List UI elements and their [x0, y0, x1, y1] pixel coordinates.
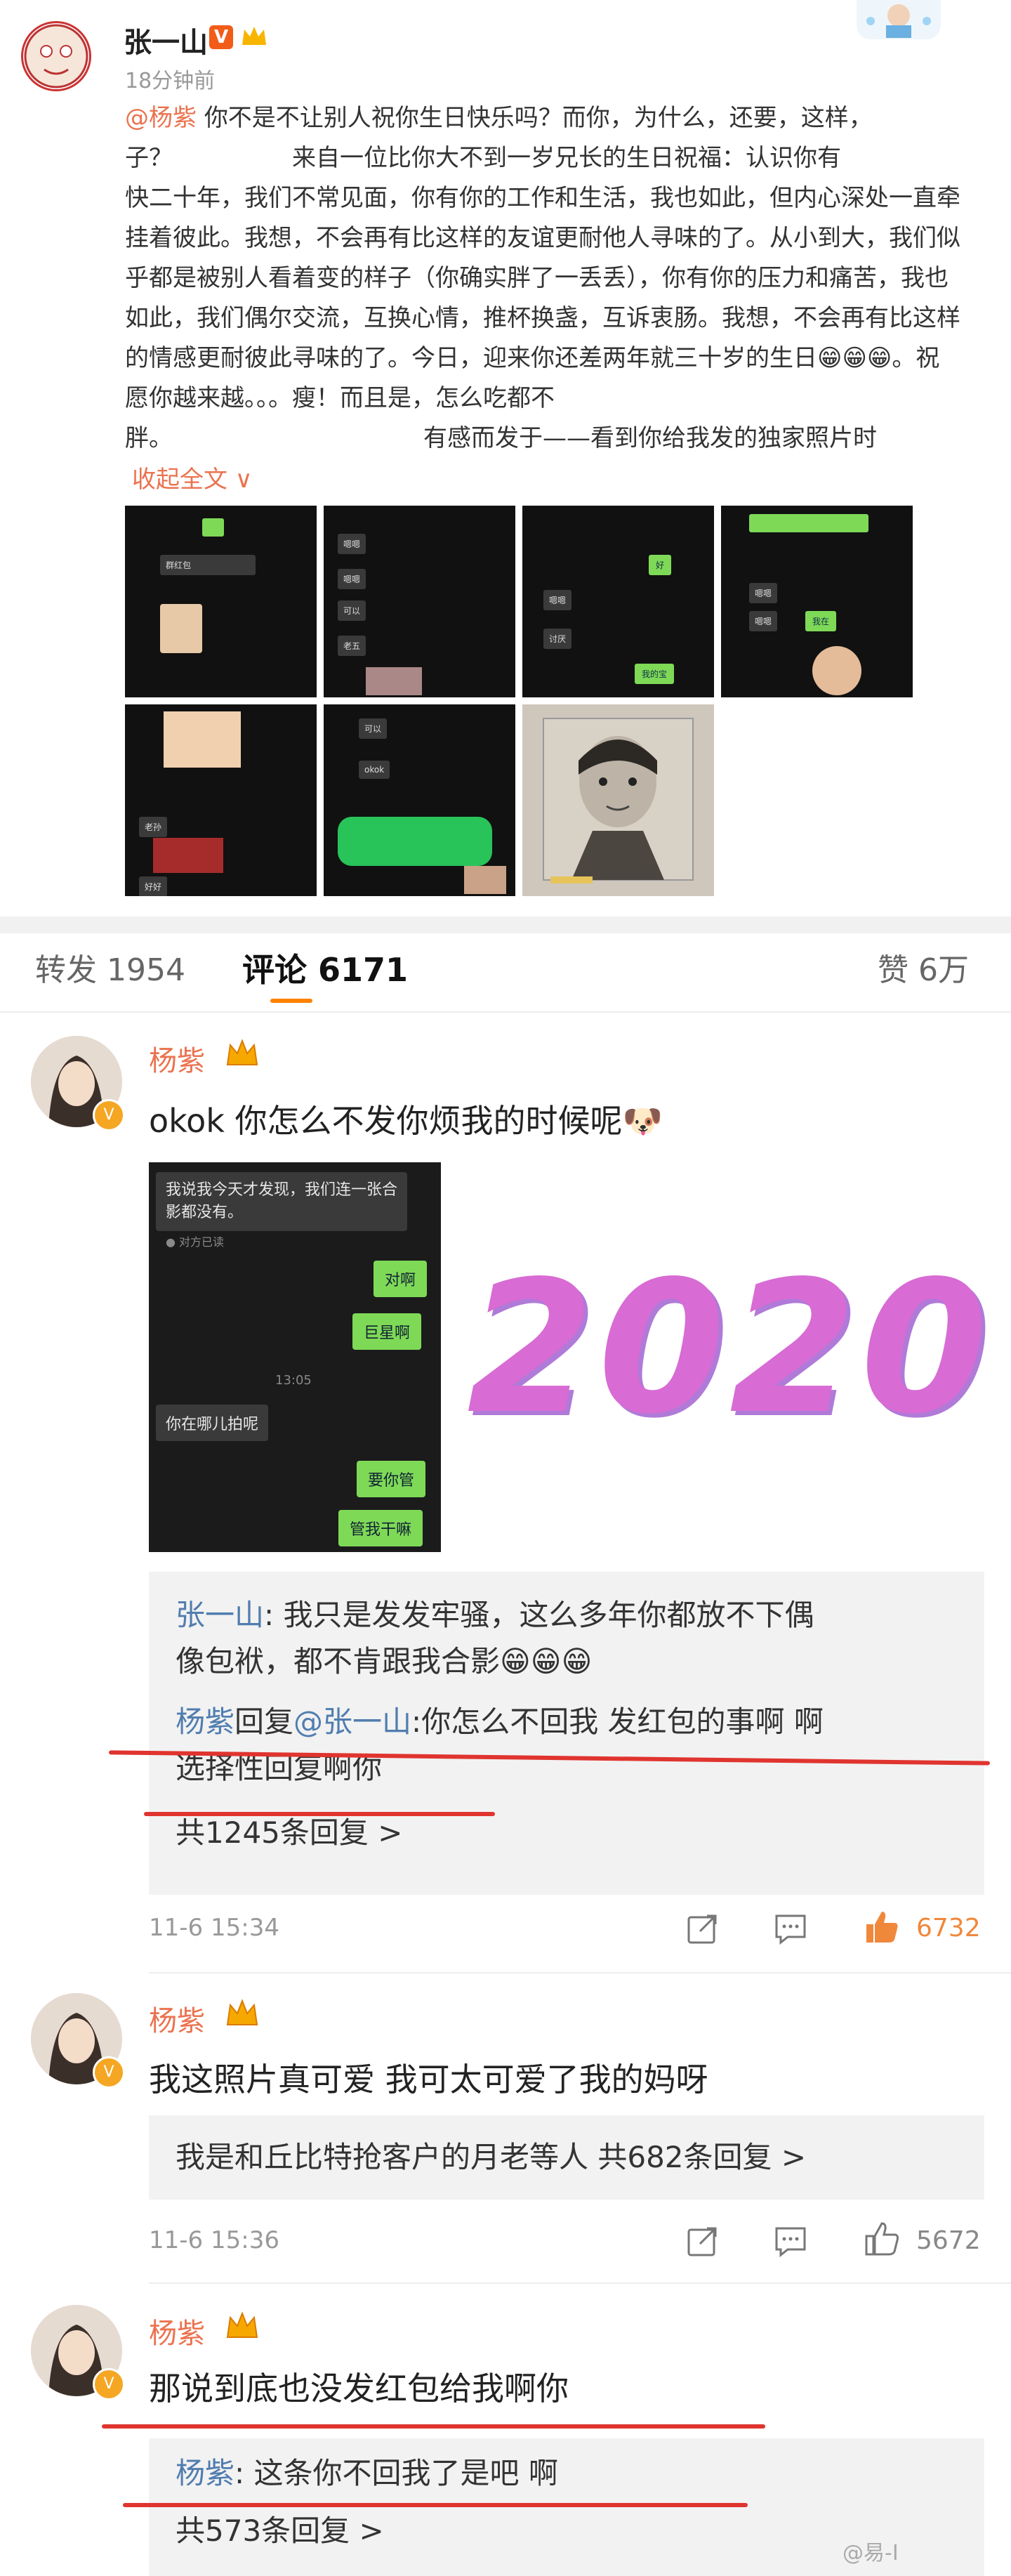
chat-msg: 对啊	[374, 1261, 428, 1297]
like-count: 6732	[916, 1914, 981, 1943]
like-icon[interactable]	[862, 2219, 901, 2259]
tabs-border	[0, 1011, 1011, 1013]
comment-text: okok 你怎么不发你烦我的时候呢🐶	[149, 1102, 663, 1140]
comment-image-chat[interactable]: 我说我今天才发现，我们连一张合影都没有。 ● 对方已读 对啊 巨星啊 13:05…	[149, 1162, 441, 1552]
top-right-decoration	[857, 0, 941, 39]
reply-box: 张一山: 我只是发发牢骚，这么多年你都放不下偶 像包袱，都不肯跟我合影😁😁😁 杨…	[149, 1572, 984, 1895]
reply-box: 我是和丘比特抢客户的月老等人 共682条回复 >	[149, 2115, 984, 2200]
collapse-button[interactable]: 收起全文 ∨	[132, 460, 253, 494]
comment-time: 11-6 15:34	[149, 1914, 279, 1942]
post-line-8: 愿你越来越。。。瘦！而且是，怎么吃都不	[125, 384, 555, 412]
thumbnail-1[interactable]: 群红包	[125, 506, 317, 697]
share-icon[interactable]	[685, 1910, 721, 1947]
thumbnail-5[interactable]: 老孙 好好	[125, 704, 317, 896]
thumbnail-2[interactable]: 嗯嗯 嗯嗯 可以 老五	[324, 506, 515, 697]
tab-comments-indicator	[270, 999, 312, 1003]
comment-icon[interactable]	[772, 1910, 809, 1947]
reply-item: 杨紫回复@张一山:你怎么不回我 发红包的事啊 啊	[176, 1704, 824, 1739]
post-line-1: @杨紫 你不是不让别人祝你生日快乐吗？而你，为什么，还要，这样，	[125, 104, 873, 132]
thumbnail-3[interactable]: 好 嗯嗯 讨厌 我的宝	[522, 506, 714, 697]
thumbnail-7-old-photo[interactable]	[522, 704, 714, 896]
post-line-9: 胖。 有感而发于——看到你给我发的独家照片时	[125, 424, 877, 452]
comment-icon[interactable]	[772, 2223, 809, 2259]
more-replies-link[interactable]: 我是和丘比特抢客户的月老等人 共682条回复 >	[176, 2135, 806, 2180]
red-underline	[102, 2424, 765, 2429]
tab-likes[interactable]: 赞 6万	[878, 945, 969, 990]
share-icon[interactable]	[685, 2223, 721, 2259]
comment-divider	[149, 2282, 1011, 2284]
red-underline	[123, 2503, 748, 2507]
avatar-badge-icon: V	[93, 1099, 125, 1131]
section-divider	[0, 916, 1011, 933]
post-time: 18分钟前	[125, 69, 216, 93]
reply-item: 杨紫: 这条你不回我了是吧 啊	[176, 2456, 558, 2490]
thumbnail-4[interactable]: 嗯嗯 嗯嗯 我在	[721, 506, 913, 697]
post-line-4: 挂着彼此。我想，不会再有比这样的友谊更耐他人寻味的了。从小到大，我们似	[125, 224, 960, 252]
like-count: 5672	[916, 2226, 981, 2255]
comment-time: 11-6 15:36	[149, 2226, 279, 2254]
post-body: @杨紫 你不是不让别人祝你生日快乐吗？而你，为什么，还要，这样， 子？ 来自一位…	[125, 98, 996, 459]
post-line-7: 的情感更耐彼此寻味的了。今日，迎来你还差两年就三十岁的生日😁😁😁。祝	[125, 344, 940, 372]
tab-comments[interactable]: 评论 6171	[242, 945, 408, 991]
reply-item: 张一山: 我只是发发牢骚，这么多年你都放不下偶	[176, 1598, 814, 1632]
like-icon[interactable]	[862, 1907, 901, 1947]
watermark-text: @易-I	[842, 2541, 899, 2565]
crown-icon	[225, 2311, 260, 2341]
author-avatar[interactable]	[21, 21, 91, 91]
year-overlay-text: 2020	[467, 1242, 992, 1454]
more-replies-link[interactable]: 共573条回复 >	[176, 2509, 384, 2554]
post-line-5: 乎都是被别人看着变的样子（你确实胖了一丢丢），你有你的压力和痛苦，我也	[125, 264, 949, 292]
avatar-badge-icon: V	[93, 2056, 125, 2089]
chat-msg: 要你管	[357, 1461, 426, 1497]
chat-msg: 我说我今天才发现，我们连一张合影都没有。	[156, 1172, 407, 1231]
post-line-6: 如此，我们偶尔交流，互换心情，推杯换盏，互诉衷肠。我想，不会再有比这样	[125, 304, 960, 332]
thumbnail-6[interactable]: 可以 okok	[324, 704, 515, 896]
chat-msg: 你在哪儿拍呢	[156, 1405, 269, 1441]
author-name[interactable]: 张一山	[124, 20, 208, 60]
commenter-name[interactable]: 杨紫	[149, 2311, 205, 2351]
commenter-name[interactable]: 杨紫	[149, 1998, 205, 2039]
more-replies-link[interactable]: 共1245条回复 >	[176, 1811, 402, 1855]
reply-item-cont: 像包袱，都不肯跟我合影😁😁😁	[176, 1644, 593, 1678]
chat-msg: 巨星啊	[352, 1313, 422, 1350]
commenter-name[interactable]: 杨紫	[149, 1038, 205, 1079]
comment-text: 我这照片真可爱 我可太可爱了我的妈呀	[149, 2061, 708, 2098]
red-underline	[144, 1812, 495, 1816]
verified-badge-icon: V	[209, 25, 233, 49]
post-line-2: 子？ 来自一位比你大不到一岁兄长的生日祝福：认识你有	[125, 144, 841, 172]
crown-icon	[225, 1998, 260, 2029]
tab-repost[interactable]: 转发 1954	[35, 945, 185, 990]
vip-crown-icon	[240, 24, 268, 49]
comment-text: 那说到底也没发红包给我啊你	[149, 2370, 569, 2407]
chat-msg: 管我干嘛	[338, 1510, 423, 1546]
comment-divider	[149, 1972, 1011, 1973]
avatar-badge-icon: V	[93, 2368, 125, 2400]
post-line-3: 快二十年，我们不常见面，你有你的工作和生活，我也如此，但内心深处一直牵	[125, 184, 960, 212]
mention-link[interactable]: @杨紫	[125, 104, 197, 132]
crown-icon	[225, 1038, 260, 1069]
